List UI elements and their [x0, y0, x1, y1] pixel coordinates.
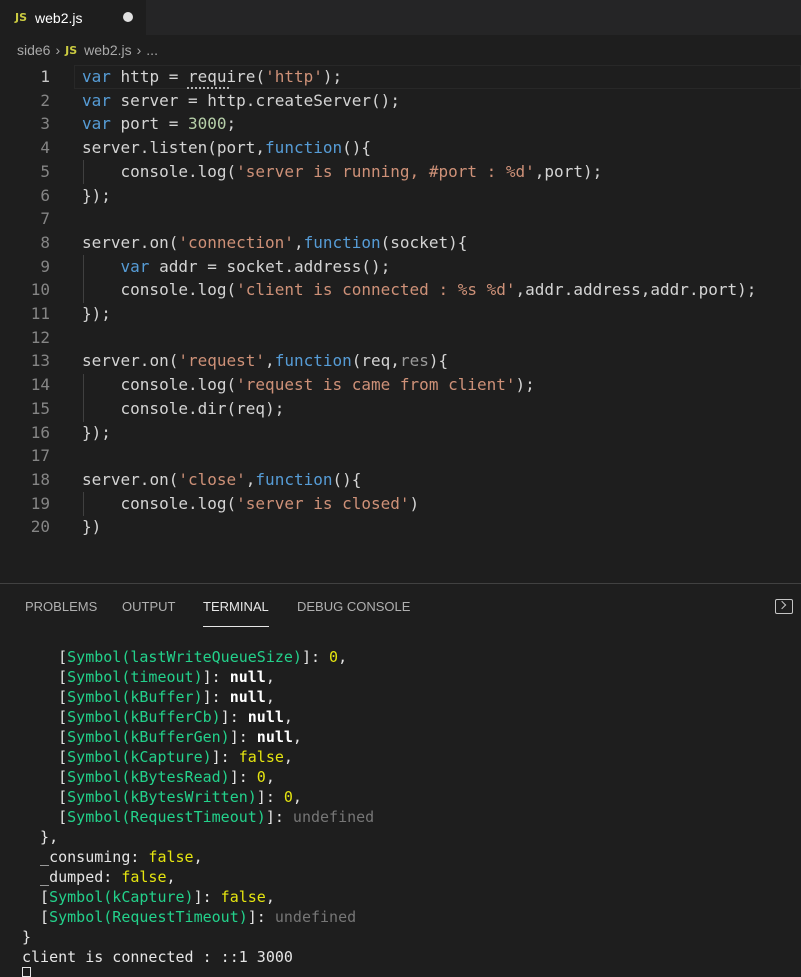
line-number: 11 — [30, 304, 50, 323]
code-line[interactable]: 6}); — [0, 184, 801, 208]
line-number: 6 — [40, 185, 50, 205]
line-number: 9 — [40, 256, 50, 276]
terminal-line: _consuming: false, — [40, 848, 203, 866]
code-line[interactable]: 14 console.log('request is came from cli… — [0, 373, 801, 397]
code-text: var http = require('http'); — [82, 67, 343, 86]
code-text: }) — [82, 517, 102, 537]
code-text: console.log('server is running, #port : … — [120, 161, 603, 181]
code-line[interactable]: 1 var http = require('http'); — [0, 65, 801, 89]
code-text: console.dir(req); — [120, 398, 285, 418]
line-number: 17 — [30, 446, 50, 466]
tab-problems[interactable]: PROBLEMS — [25, 584, 97, 628]
terminal-icon[interactable] — [775, 599, 793, 614]
terminal-line: [Symbol(RequestTimeout)]: undefined — [40, 908, 357, 926]
terminal-line: [Symbol(RequestTimeout)]: undefined — [58, 808, 375, 826]
code-line[interactable]: 3 var port = 3000; — [0, 112, 801, 136]
panel-tab-bar: PROBLEMS OUTPUT TERMINAL DEBUG CONSOLE — [0, 584, 801, 628]
chevron-right-icon: › — [55, 42, 61, 58]
terminal-line: [Symbol(kCapture)]: false, — [58, 748, 293, 766]
code-line[interactable]: 8 server.on('connection',function(socket)… — [0, 231, 801, 255]
line-number: 16 — [30, 422, 50, 442]
code-text: var port = 3000; — [82, 114, 237, 134]
line-number: 1 — [40, 67, 50, 86]
terminal-line: _dumped: false, — [40, 868, 176, 886]
code-editor[interactable]: 1 var http = require('http'); 2 var server … — [0, 65, 801, 583]
terminal-line: [Symbol(kBuffer)]: null, — [58, 688, 275, 706]
code-text: console.log('server is closed') — [120, 493, 420, 513]
line-number: 5 — [40, 161, 50, 181]
breadcrumb-more[interactable]: ... — [146, 42, 158, 58]
code-line[interactable]: 9 var addr = socket.address(); — [0, 255, 801, 279]
line-number: 10 — [30, 280, 50, 300]
breadcrumb-file[interactable]: web2.js — [84, 42, 131, 58]
tab-output[interactable]: OUTPUT — [122, 584, 175, 628]
code-line[interactable]: 11}); — [0, 302, 801, 326]
terminal-line: [Symbol(timeout)]: null, — [58, 668, 275, 686]
tab-debug-console[interactable]: DEBUG CONSOLE — [297, 584, 410, 628]
tab-terminal[interactable]: TERMINAL — [203, 584, 269, 627]
line-number: 18 — [30, 469, 50, 489]
terminal-line: } — [22, 928, 32, 946]
terminal-line: [Symbol(lastWriteQueueSize)]: 0, — [58, 648, 348, 666]
javascript-file-icon: JS — [15, 11, 28, 24]
code-line[interactable]: 18 server.on('close',function(){ — [0, 468, 801, 492]
line-number: 14 — [30, 375, 50, 395]
line-number: 8 — [40, 232, 50, 252]
terminal-line: [Symbol(kCapture)]: false, — [40, 888, 275, 906]
javascript-file-icon: JS — [65, 43, 78, 57]
line-number: 4 — [40, 138, 50, 158]
terminal-line: [Symbol(kBufferCb)]: null, — [58, 708, 293, 726]
code-text: console.log('client is connected : %s %d… — [120, 280, 757, 300]
code-line[interactable]: 4 server.listen(port,function(){ — [0, 136, 801, 160]
code-text: server.listen(port,function(){ — [82, 138, 372, 158]
line-number: 19 — [30, 493, 50, 513]
terminal-line: }, — [40, 828, 59, 846]
unsaved-dot-icon[interactable] — [123, 12, 133, 22]
editor-tab-bar: JS web2.js — [0, 0, 801, 35]
code-text: console.log('request is came from client… — [120, 375, 535, 395]
terminal-line: [Symbol(kBufferGen)]: null, — [58, 728, 302, 746]
code-line[interactable]: 17 — [0, 444, 801, 468]
line-number: 12 — [30, 327, 50, 347]
line-number: 2 — [40, 90, 50, 110]
breadcrumb-folder[interactable]: side6 — [17, 42, 50, 58]
code-line[interactable]: 13 server.on('request',function(req,res){ — [0, 349, 801, 373]
line-number: 20 — [30, 517, 50, 537]
code-text: var server = http.createServer(); — [82, 90, 400, 110]
terminal-line: [Symbol(kBytesRead)]: 0, — [58, 768, 275, 786]
breadcrumb: side6 › JS web2.js › ... — [0, 35, 801, 65]
tab-web2-js[interactable]: JS web2.js — [0, 0, 146, 35]
code-line[interactable]: 5 console.log('server is running, #port … — [0, 160, 801, 184]
tab-title: web2.js — [35, 9, 83, 26]
code-line[interactable]: 20}) — [0, 515, 801, 539]
code-text: var addr = socket.address(); — [120, 256, 391, 276]
line-number: 15 — [30, 398, 50, 418]
code-line[interactable]: 19 console.log('server is closed') — [0, 492, 801, 516]
code-line[interactable]: 10 console.log('client is connected : %s… — [0, 278, 801, 302]
terminal-cursor — [22, 967, 31, 977]
code-text: }); — [82, 185, 111, 205]
terminal-line: client is connected : ::1 3000 — [22, 948, 293, 966]
code-text: }); — [82, 304, 111, 323]
code-line[interactable]: 7 — [0, 207, 801, 231]
code-text: server.on('connection',function(socket){ — [82, 232, 468, 252]
line-number: 3 — [40, 114, 50, 134]
code-line[interactable]: 2 var server = http.createServer(); — [0, 89, 801, 113]
code-text: }); — [82, 422, 111, 442]
chevron-right-icon: › — [136, 42, 142, 58]
terminal-line: [Symbol(kBytesWritten)]: 0, — [58, 788, 302, 806]
line-number: 13 — [30, 351, 50, 371]
code-text: server.on('close',function(){ — [82, 469, 362, 489]
code-line[interactable]: 16}); — [0, 421, 801, 445]
code-line[interactable]: 12 — [0, 326, 801, 350]
code-text: server.on('request',function(req,res){ — [82, 351, 449, 371]
code-line[interactable]: 15 console.dir(req); — [0, 397, 801, 421]
line-number: 7 — [40, 209, 50, 229]
